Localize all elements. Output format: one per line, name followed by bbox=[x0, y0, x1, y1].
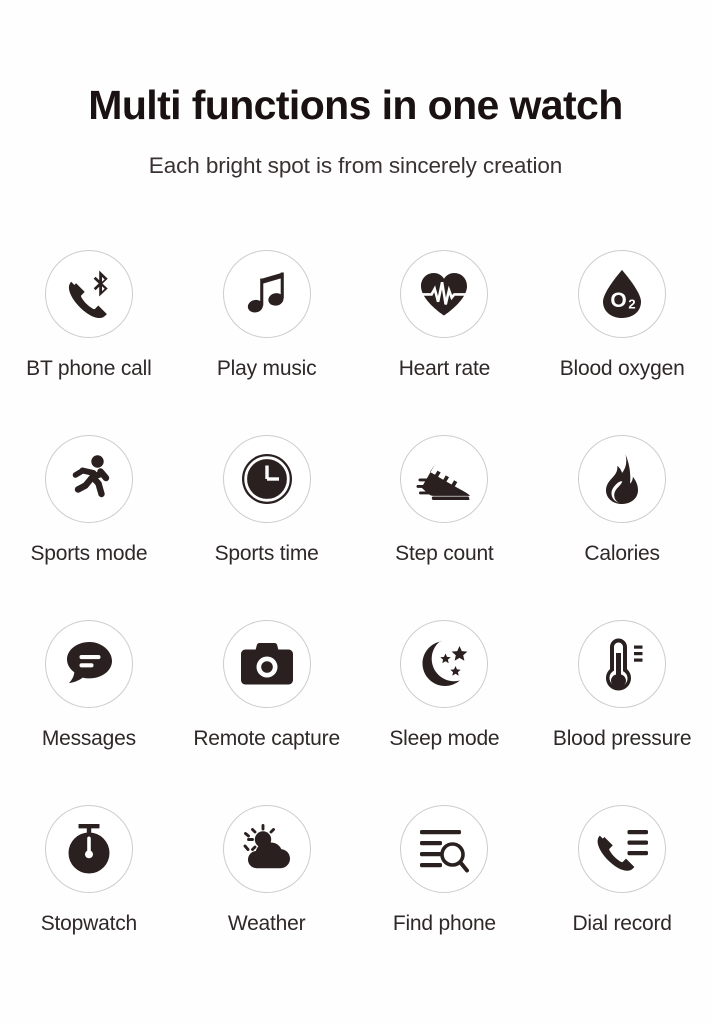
feature-label: Play music bbox=[216, 357, 317, 380]
page-subtitle: Each bright spot is from sincerely creat… bbox=[148, 153, 563, 179]
sun-cloud-icon bbox=[243, 824, 290, 869]
feature-item-weather[interactable]: Weather bbox=[178, 805, 356, 935]
feature-label: Sleep mode bbox=[389, 727, 500, 750]
icon-circle[interactable] bbox=[400, 805, 489, 893]
feature-label: Blood pressure bbox=[552, 727, 692, 750]
heart-pulse-icon bbox=[419, 273, 470, 316]
icon-circle[interactable] bbox=[222, 620, 311, 708]
thermometer-icon bbox=[606, 638, 643, 691]
feature-item-stopwatch[interactable]: Stopwatch bbox=[0, 805, 178, 935]
feature-label: Heart rate bbox=[398, 357, 491, 380]
feature-row: BT phone call Play music Heart rate O 2 … bbox=[0, 250, 711, 435]
icon-circle[interactable] bbox=[400, 250, 489, 338]
running-person-icon bbox=[72, 455, 110, 498]
icon-circle[interactable] bbox=[578, 620, 667, 708]
icon-circle[interactable] bbox=[222, 805, 311, 893]
feature-item-blood-pressure[interactable]: Blood pressure bbox=[533, 620, 711, 750]
flame-icon bbox=[606, 454, 639, 504]
feature-item-bt-phone-call[interactable]: BT phone call bbox=[0, 250, 178, 380]
feature-row: Messages Remote capture Sleep mode Blood… bbox=[0, 620, 711, 805]
camera-icon bbox=[240, 643, 293, 685]
feature-item-heart-rate[interactable]: Heart rate bbox=[356, 250, 534, 380]
feature-label: Sports mode bbox=[30, 542, 148, 565]
feature-label: Remote capture bbox=[193, 727, 340, 750]
icon-circle[interactable] bbox=[44, 620, 133, 708]
call-log-icon bbox=[597, 830, 649, 871]
feature-label: Calories bbox=[584, 542, 660, 565]
feature-label: Weather bbox=[227, 912, 306, 935]
feature-label: Stopwatch bbox=[40, 912, 137, 935]
oxygen-symbol: O bbox=[610, 289, 626, 312]
icon-circle[interactable] bbox=[44, 250, 133, 338]
stopwatch-icon bbox=[68, 824, 110, 874]
page-header: Multi functions in one watch Each bright… bbox=[0, 0, 711, 179]
feature-item-find-phone[interactable]: Find phone bbox=[356, 805, 534, 935]
running-shoe-icon bbox=[416, 463, 471, 500]
oxygen-subscript: 2 bbox=[629, 297, 636, 312]
icon-circle[interactable] bbox=[400, 620, 489, 708]
feature-row: Sports mode Sports time Step count Calor… bbox=[0, 435, 711, 620]
feature-item-calories[interactable]: Calories bbox=[533, 435, 711, 565]
feature-label: Messages bbox=[41, 727, 136, 750]
icon-circle[interactable] bbox=[400, 435, 489, 523]
feature-item-step-count[interactable]: Step count bbox=[356, 435, 534, 565]
feature-label: Blood oxygen bbox=[559, 357, 685, 380]
feature-grid-page: Multi functions in one watch Each bright… bbox=[0, 0, 711, 1024]
icon-circle[interactable] bbox=[578, 805, 667, 893]
moon-stars-icon bbox=[422, 641, 468, 686]
feature-item-dial-record[interactable]: Dial record bbox=[533, 805, 711, 935]
page-title: Multi functions in one watch bbox=[88, 82, 623, 128]
music-note-icon bbox=[247, 272, 284, 313]
feature-item-sleep-mode[interactable]: Sleep mode bbox=[356, 620, 534, 750]
clock-icon bbox=[241, 454, 292, 504]
search-list-icon bbox=[420, 830, 470, 873]
icon-circle[interactable] bbox=[44, 435, 133, 523]
feature-row: Stopwatch Weather Find phone Dial record bbox=[0, 805, 711, 990]
icon-circle[interactable] bbox=[222, 435, 311, 523]
feature-label: Find phone bbox=[392, 912, 496, 935]
bluetooth-phone-icon bbox=[68, 270, 108, 319]
icon-circle[interactable]: O 2 bbox=[578, 250, 667, 338]
feature-label: Dial record bbox=[572, 912, 672, 935]
feature-item-messages[interactable]: Messages bbox=[0, 620, 178, 750]
feature-label: BT phone call bbox=[26, 357, 152, 380]
feature-item-sports-mode[interactable]: Sports mode bbox=[0, 435, 178, 565]
feature-item-play-music[interactable]: Play music bbox=[178, 250, 356, 380]
icon-circle[interactable] bbox=[222, 250, 311, 338]
oxygen-droplet-icon: O 2 bbox=[603, 270, 642, 318]
speech-bubble-icon bbox=[66, 642, 112, 683]
feature-grid: BT phone call Play music Heart rate O 2 … bbox=[0, 250, 711, 990]
feature-label: Step count bbox=[395, 542, 494, 565]
feature-item-blood-oxygen[interactable]: O 2 Blood oxygen bbox=[533, 250, 711, 380]
feature-item-remote-capture[interactable]: Remote capture bbox=[178, 620, 356, 750]
icon-circle[interactable] bbox=[44, 805, 133, 893]
feature-item-sports-time[interactable]: Sports time bbox=[178, 435, 356, 565]
feature-label: Sports time bbox=[214, 542, 319, 565]
icon-circle[interactable] bbox=[578, 435, 667, 523]
